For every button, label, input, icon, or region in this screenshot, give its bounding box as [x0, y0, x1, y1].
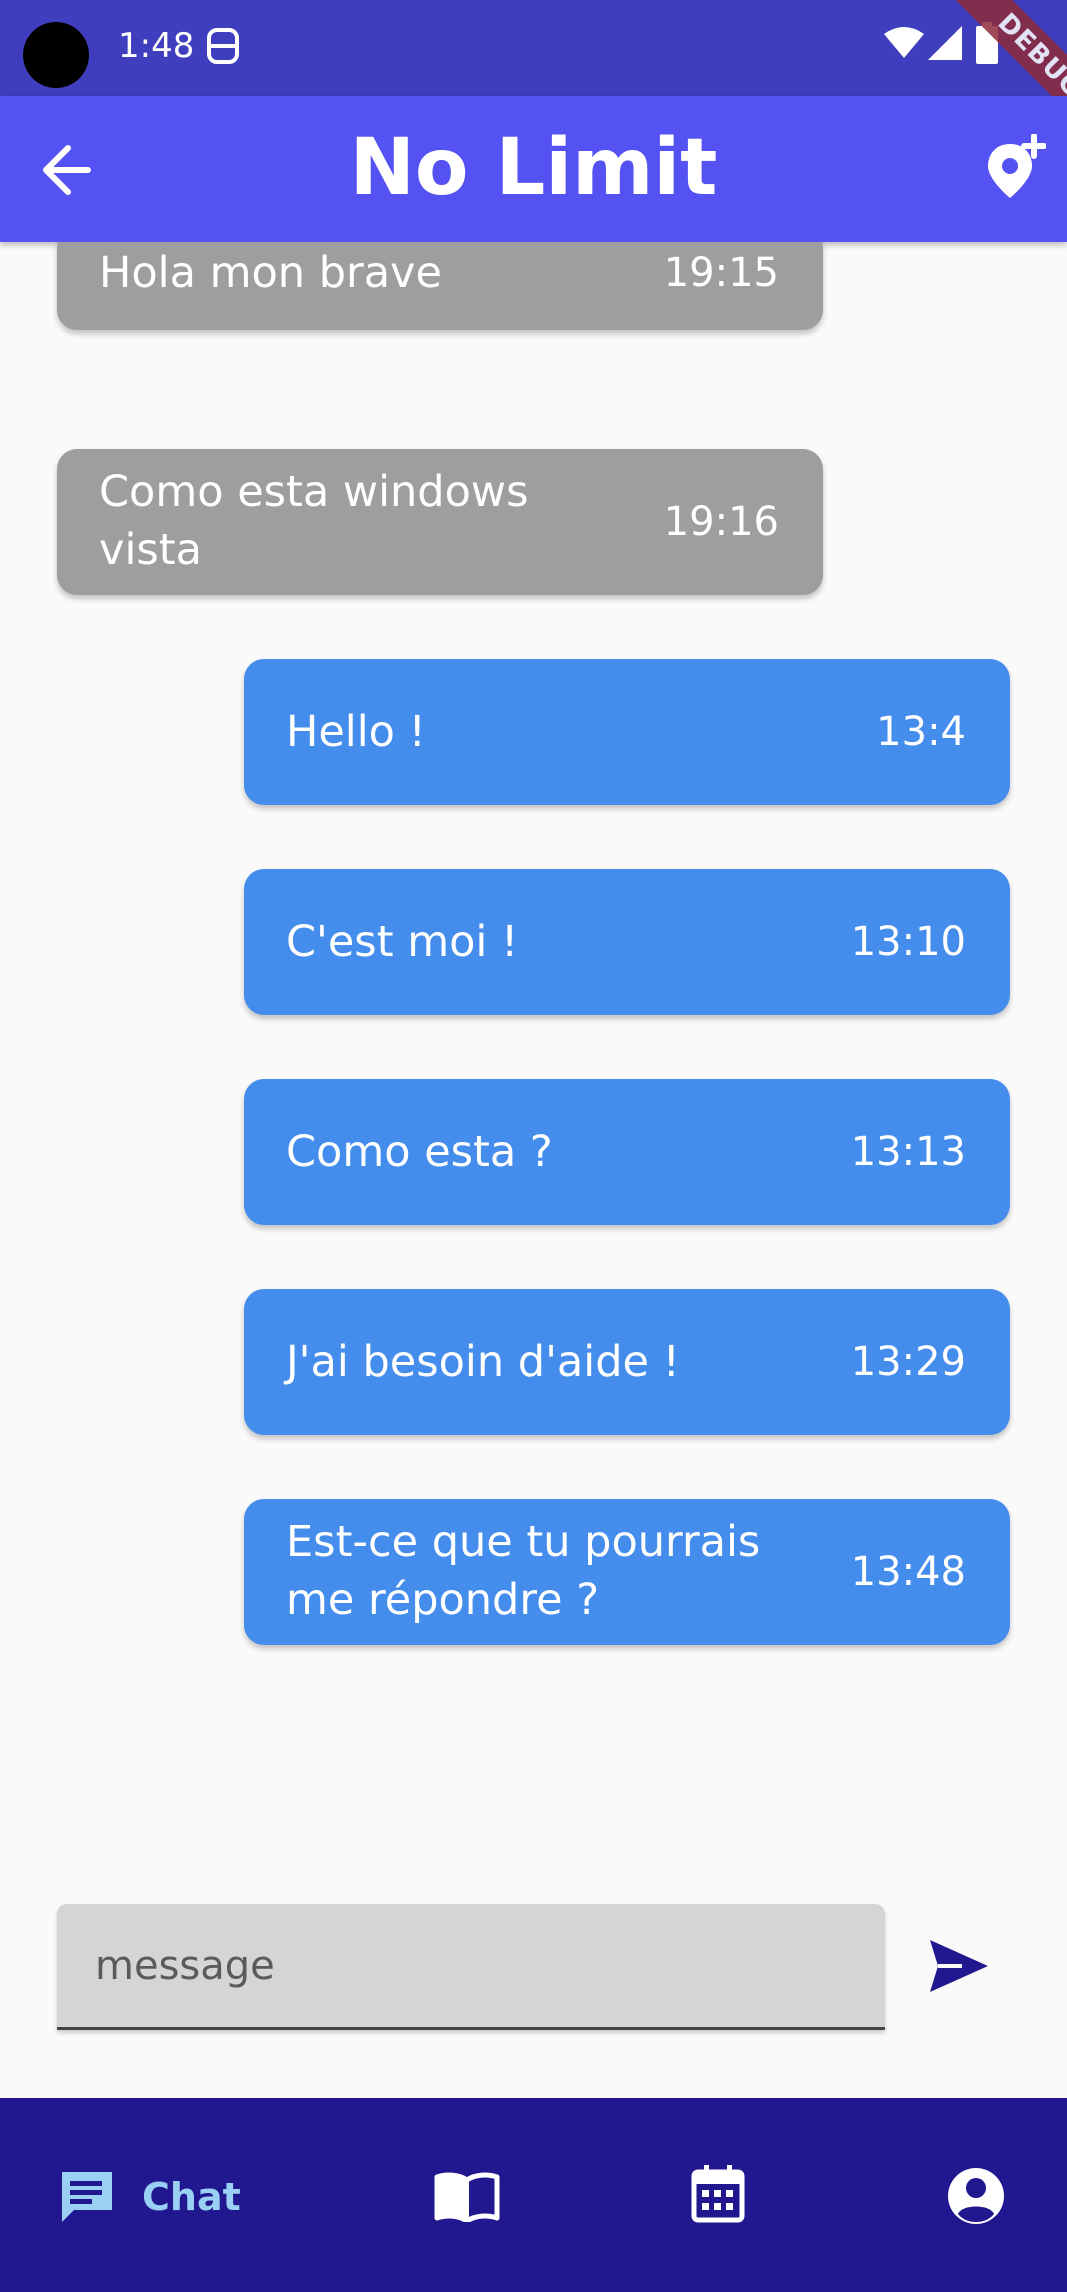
message-list[interactable]: Hola mon brave 19:15 Como esta windows v… [0, 242, 1067, 1878]
add-location-icon[interactable] [984, 134, 1046, 200]
message-bubble-received: Hola mon brave 19:15 [57, 242, 823, 330]
message-bubble-sent: Est-ce que tu pourrais me répondre ? 13:… [244, 1499, 1010, 1645]
message-time: 13:48 [850, 1549, 966, 1595]
message-bubble-sent: Como esta ? 13:13 [244, 1079, 1010, 1225]
message-time: 19:16 [663, 499, 779, 545]
calendar-icon [691, 2165, 745, 2223]
message-text: Est-ce que tu pourrais me répondre ? [286, 1517, 761, 1625]
status-time: 1:48 [118, 26, 195, 66]
nav-item-label: Chat [142, 2175, 241, 2219]
message-text: Hola mon brave [99, 248, 442, 298]
nav-item-profile[interactable] [946, 2098, 1010, 2292]
book-icon [434, 2172, 500, 2222]
status-bar: 1:48 DEBUG [0, 0, 1067, 155]
wifi-icon [884, 27, 924, 58]
message-time: 13:4 [876, 709, 966, 755]
nav-item-chat[interactable]: Chat [58, 2098, 318, 2292]
nav-item-calendar[interactable] [690, 2098, 754, 2292]
message-bubble-sent: Hello ! 13:4 [244, 659, 1010, 805]
bottom-nav: Chat [0, 2098, 1067, 2292]
message-bubble-sent: J'ai besoin d'aide ! 13:29 [244, 1289, 1010, 1435]
message-input[interactable] [57, 1904, 885, 2030]
message-time: 19:15 [663, 250, 779, 296]
app-bar: No Limit [0, 96, 1067, 242]
profile-icon [948, 2168, 1004, 2224]
message-text: Hello ! [286, 707, 426, 757]
message-time: 13:13 [850, 1129, 966, 1175]
signal-icon [928, 26, 962, 60]
message-text: J'ai besoin d'aide ! [286, 1337, 680, 1387]
message-time: 13:10 [850, 919, 966, 965]
nav-item-book[interactable] [434, 2098, 502, 2292]
message-bubble-received: Como esta windows vista 19:16 [57, 449, 823, 595]
camera-cutout [23, 22, 89, 88]
message-text: Como esta ? [286, 1127, 553, 1177]
send-icon[interactable] [928, 1938, 990, 1994]
page-title: No Limit [349, 123, 718, 213]
chat-icon [62, 2172, 112, 2222]
notification-icon [207, 28, 239, 64]
message-time: 13:29 [850, 1339, 966, 1385]
message-text: C'est moi ! [286, 917, 519, 967]
message-bubble-sent: C'est moi ! 13:10 [244, 869, 1010, 1015]
message-text: Como esta windows vista [99, 467, 529, 575]
